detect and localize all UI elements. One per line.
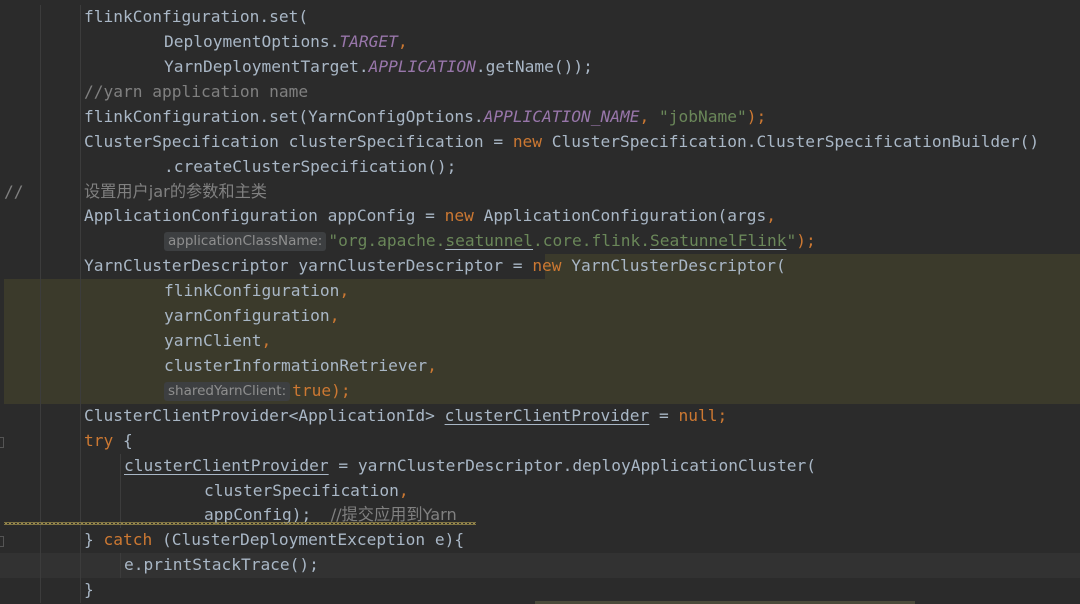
code-token: clusterClientProvider: [124, 456, 329, 475]
parameter-hint: sharedYarnClient:: [164, 382, 291, 401]
code-token: ,: [397, 32, 408, 51]
code-token: .createClusterSpecification();: [164, 157, 457, 176]
keyword: true: [292, 381, 332, 400]
code-token: );: [331, 381, 351, 400]
string-literal: seatunnel: [445, 231, 534, 250]
code-line[interactable]: clusterClientProvider = yarnClusterDescr…: [0, 454, 1080, 479]
code-token: .getName());: [475, 57, 593, 76]
code-line[interactable]: flinkConfiguration.set(YarnConfigOptions…: [0, 105, 1080, 130]
code-token: TARGET: [339, 32, 398, 51]
fold-marker-icon[interactable]: [0, 437, 4, 448]
parameter-hint: applicationClassName:: [164, 232, 327, 251]
code-token: ApplicationConfiguration(args: [473, 206, 767, 225]
code-token: );: [796, 231, 816, 250]
keyword: new: [444, 206, 474, 225]
code-token: clusterSpecification: [204, 481, 399, 500]
code-token: YarnClusterDescriptor(: [561, 256, 786, 275]
code-line[interactable]: YarnClusterDescriptor yarnClusterDescrip…: [0, 254, 1080, 279]
code-token: clusterClientProvider: [444, 406, 650, 425]
code-line[interactable]: yarnConfiguration,: [0, 304, 1080, 329]
code-token: }: [84, 580, 94, 599]
code-token: ,: [766, 206, 776, 225]
keyword: null: [678, 406, 718, 425]
code-token: flinkConfiguration: [164, 281, 340, 300]
code-token: {: [113, 431, 133, 450]
code-token: }: [84, 530, 104, 549]
code-token: ,: [639, 107, 660, 126]
code-token: ClusterSpecification.ClusterSpecificatio…: [542, 132, 1040, 151]
code-line-current[interactable]: e.printStackTrace();: [0, 553, 1080, 578]
code-token: yarnConfiguration: [164, 306, 330, 325]
code-token: ClusterClientProvider<ApplicationId>: [84, 406, 445, 425]
code-token: ClusterSpecification clusterSpecificatio…: [84, 132, 513, 151]
code-token: clusterInformationRetriever: [164, 356, 428, 375]
string-literal: "org.apache.: [328, 231, 446, 250]
code-token: =: [649, 406, 679, 425]
code-line[interactable]: ClusterClientProvider<ApplicationId> clu…: [0, 404, 1080, 429]
code-token: YarnDeploymentTarget.: [164, 57, 369, 76]
code-token: ,: [427, 356, 437, 375]
code-token: ,: [398, 481, 409, 500]
code-token: ,: [261, 331, 272, 350]
keyword: new: [532, 256, 562, 275]
warning-squiggle: [4, 522, 476, 525]
keyword: new: [512, 132, 543, 151]
code-line[interactable]: try {: [0, 429, 1080, 454]
code-line[interactable]: clusterInformationRetriever,: [0, 354, 1080, 379]
code-line[interactable]: ApplicationConfiguration appConfig = new…: [0, 204, 1080, 229]
code-line[interactable]: clusterSpecification,: [0, 479, 1080, 504]
string-literal: ": [786, 231, 797, 250]
code-token: ,: [329, 306, 340, 325]
code-token: ;: [717, 406, 728, 425]
code-token: flinkConfiguration.set(: [84, 7, 309, 26]
string-literal: SeatunnelFlink: [650, 231, 787, 250]
keyword: try: [84, 431, 114, 450]
code-line[interactable]: .createClusterSpecification();: [0, 155, 1080, 180]
code-line[interactable]: }: [0, 578, 1080, 603]
code-token: (ClusterDeploymentException e){: [152, 530, 465, 549]
fold-marker-icon[interactable]: [0, 536, 4, 547]
code-token: = yarnClusterDescriptor.deployApplicatio…: [328, 456, 816, 475]
code-token: e.printStackTrace();: [124, 555, 319, 574]
code-token: YarnClusterDescriptor yarnClusterDescrip…: [84, 256, 533, 275]
code-line[interactable]: } catch (ClusterDeploymentException e){: [0, 528, 1080, 553]
code-token: );: [746, 107, 767, 126]
code-token: yarnClient: [164, 331, 262, 350]
code-line[interactable]: // 设置用户jar的参数和主类: [0, 180, 1080, 205]
code-line[interactable]: DeploymentOptions.TARGET,: [0, 30, 1080, 55]
comment-text: 设置用户jar的参数和主类: [84, 182, 267, 201]
comment-text: //yarn application name: [84, 82, 309, 101]
code-token: APPLICATION_NAME: [483, 107, 640, 126]
code-line[interactable]: flinkConfiguration.set(: [0, 5, 1080, 30]
code-token: flinkConfiguration.set(YarnConfigOptions…: [84, 107, 484, 126]
code-token: APPLICATION: [368, 57, 476, 76]
code-line[interactable]: yarnClient,: [0, 329, 1080, 354]
code-line[interactable]: flinkConfiguration,: [0, 279, 1080, 304]
string-literal: .core.flink.: [533, 231, 650, 250]
keyword: catch: [103, 530, 153, 549]
code-line[interactable]: applicationClassName: "org.apache.seatunn…: [0, 229, 1080, 254]
line-comment-marker: //: [4, 182, 24, 201]
code-editor[interactable]: flinkConfiguration.set( DeploymentOption…: [0, 0, 1080, 604]
code-token: ,: [339, 281, 350, 300]
code-line[interactable]: sharedYarnClient: true);: [0, 379, 1080, 404]
code-token: DeploymentOptions.: [164, 32, 340, 51]
code-line[interactable]: ClusterSpecification clusterSpecificatio…: [0, 130, 1080, 155]
code-line[interactable]: //yarn application name: [0, 80, 1080, 105]
code-token: ApplicationConfiguration appConfig =: [84, 206, 445, 225]
string-literal: "jobName": [659, 107, 747, 126]
code-line[interactable]: YarnDeploymentTarget.APPLICATION.getName…: [0, 55, 1080, 80]
